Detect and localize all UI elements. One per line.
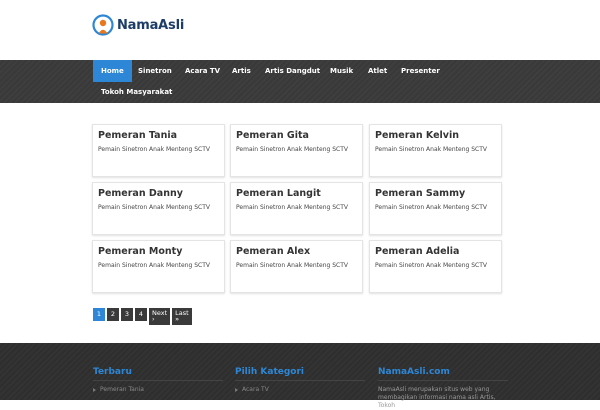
last-page-button[interactable]: Last » bbox=[172, 308, 192, 325]
nav-item-presenter[interactable]: Presenter bbox=[393, 60, 448, 82]
nav-item-artis-dangdut[interactable]: Artis Dangdut bbox=[257, 60, 328, 82]
post-subtitle: Pemain Sinetron Anak Menteng SCTV bbox=[98, 146, 210, 153]
post-card[interactable]: Pemeran Monty Pemain Sinetron Anak Mente… bbox=[92, 240, 225, 293]
nav-item-artis[interactable]: Artis bbox=[224, 60, 259, 82]
footer-latest-item[interactable]: Pemeran Tania bbox=[93, 386, 223, 393]
footer-categories-title: Pilih Kategori bbox=[235, 367, 304, 377]
post-title[interactable]: Pemeran Danny bbox=[98, 188, 183, 199]
page-button-1[interactable]: 1 bbox=[93, 308, 105, 321]
caret-right-icon bbox=[93, 387, 96, 392]
footer-about-text: NamaAsli merupakan situs web yang membag… bbox=[378, 386, 496, 409]
nav-item-tokoh-masyarakat[interactable]: Tokoh Masyarakat bbox=[93, 81, 180, 103]
nav-item-home[interactable]: Home bbox=[93, 60, 132, 82]
post-title[interactable]: Pemeran Alex bbox=[236, 246, 310, 257]
post-subtitle: Pemain Sinetron Anak Menteng SCTV bbox=[98, 262, 210, 269]
site-header: NamaAsli bbox=[0, 0, 600, 60]
post-card[interactable]: Pemeran Langit Pemain Sinetron Anak Ment… bbox=[230, 182, 363, 235]
nav-item-sinetron[interactable]: Sinetron bbox=[130, 60, 180, 82]
footer-divider bbox=[93, 380, 223, 381]
post-title[interactable]: Pemeran Kelvin bbox=[375, 130, 459, 141]
post-subtitle: Pemain Sinetron Anak Menteng SCTV bbox=[375, 146, 487, 153]
footer-category-item[interactable]: Acara TV bbox=[235, 386, 365, 393]
post-subtitle: Pemain Sinetron Anak Menteng SCTV bbox=[375, 204, 487, 211]
page-button-3[interactable]: 3 bbox=[121, 308, 133, 321]
footer-latest-link[interactable]: Pemeran Tania bbox=[100, 386, 144, 393]
post-title[interactable]: Pemeran Langit bbox=[236, 188, 321, 199]
next-page-button[interactable]: Next › bbox=[149, 308, 171, 325]
post-title[interactable]: Pemeran Tania bbox=[98, 130, 177, 141]
post-card[interactable]: Pemeran Alex Pemain Sinetron Anak Menten… bbox=[230, 240, 363, 293]
logo-text: NamaAsli bbox=[117, 17, 185, 33]
footer-latest-title: Terbaru bbox=[93, 367, 132, 377]
footer-column-latest: Terbaru Pemeran Tania bbox=[93, 367, 223, 393]
footer-column-about: NamaAsli.com NamaAsli merupakan situs we… bbox=[378, 367, 508, 410]
page-button-2[interactable]: 2 bbox=[107, 308, 119, 321]
footer-column-categories: Pilih Kategori Acara TV bbox=[235, 367, 365, 393]
post-card[interactable]: Pemeran Gita Pemain Sinetron Anak Menten… bbox=[230, 124, 363, 177]
post-title[interactable]: Pemeran Sammy bbox=[375, 188, 465, 199]
site-logo[interactable]: NamaAsli bbox=[92, 14, 184, 36]
post-title[interactable]: Pemeran Gita bbox=[236, 130, 309, 141]
post-title[interactable]: Pemeran Adelia bbox=[375, 246, 459, 257]
post-subtitle: Pemain Sinetron Anak Menteng SCTV bbox=[236, 146, 348, 153]
post-card[interactable]: Pemeran Kelvin Pemain Sinetron Anak Ment… bbox=[369, 124, 502, 177]
post-subtitle: Pemain Sinetron Anak Menteng SCTV bbox=[98, 204, 210, 211]
nav-item-acara-tv[interactable]: Acara TV bbox=[177, 60, 228, 82]
nav-item-musik[interactable]: Musik bbox=[322, 60, 361, 82]
post-card[interactable]: Pemeran Adelia Pemain Sinetron Anak Ment… bbox=[369, 240, 502, 293]
post-card[interactable]: Pemeran Tania Pemain Sinetron Anak Mente… bbox=[92, 124, 225, 177]
post-subtitle: Pemain Sinetron Anak Menteng SCTV bbox=[236, 262, 348, 269]
footer-category-link[interactable]: Acara TV bbox=[242, 386, 269, 393]
post-card[interactable]: Pemeran Danny Pemain Sinetron Anak Mente… bbox=[92, 182, 225, 235]
post-subtitle: Pemain Sinetron Anak Menteng SCTV bbox=[236, 204, 348, 211]
footer-divider bbox=[235, 380, 365, 381]
main-nav: Home Sinetron Acara TV Artis Artis Dangd… bbox=[0, 60, 600, 103]
pagination: 1 2 3 4 Next › Last » bbox=[93, 308, 194, 325]
site-footer: Terbaru Pemeran Tania Pilih Kategori Aca… bbox=[0, 343, 600, 409]
page-button-4[interactable]: 4 bbox=[135, 308, 147, 321]
nav-item-atlet[interactable]: Atlet bbox=[360, 60, 395, 82]
footer-divider bbox=[378, 380, 508, 381]
post-card[interactable]: Pemeran Sammy Pemain Sinetron Anak Mente… bbox=[369, 182, 502, 235]
caret-right-icon bbox=[235, 387, 238, 392]
person-circle-icon bbox=[92, 14, 114, 36]
post-subtitle: Pemain Sinetron Anak Menteng SCTV bbox=[375, 262, 487, 269]
footer-about-title: NamaAsli.com bbox=[378, 367, 450, 377]
post-title[interactable]: Pemeran Monty bbox=[98, 246, 182, 257]
